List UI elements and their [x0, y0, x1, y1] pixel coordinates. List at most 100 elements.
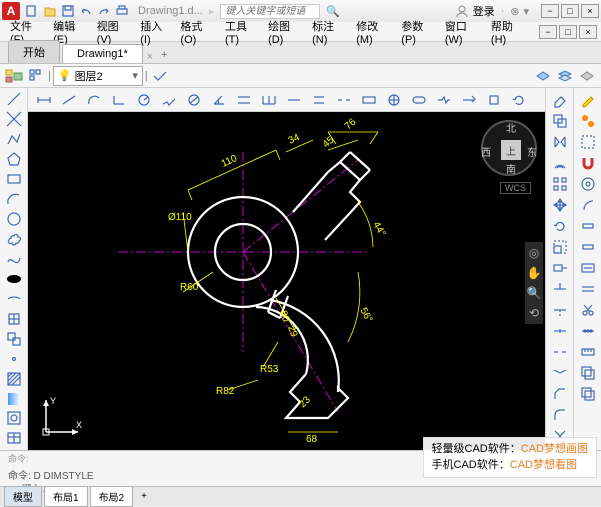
offset-icon[interactable]	[548, 153, 572, 173]
mirror-icon[interactable]	[548, 132, 572, 152]
lock-icon[interactable]	[576, 174, 600, 194]
nav-orbit-icon[interactable]: ⟲	[529, 306, 539, 320]
make-block-icon[interactable]	[2, 329, 26, 348]
minimize-button[interactable]: −	[541, 4, 559, 18]
dim-center-icon[interactable]	[382, 90, 406, 110]
dim-break-icon[interactable]	[332, 90, 356, 110]
tab-drawing1[interactable]: Drawing1*	[62, 44, 143, 63]
circle-tool-icon[interactable]	[2, 210, 26, 229]
dim-style-icon[interactable]	[576, 279, 600, 299]
dim-quick-icon[interactable]	[232, 90, 256, 110]
ellipse-arc-icon[interactable]	[2, 289, 26, 308]
move-icon[interactable]	[548, 195, 572, 215]
erase-icon[interactable]	[548, 90, 572, 110]
menu-dim[interactable]: 标注(N)	[306, 16, 348, 48]
dim-tolerance-icon[interactable]	[357, 90, 381, 110]
hatch-tool-icon[interactable]	[2, 369, 26, 388]
tab-close-icon[interactable]: ×	[147, 51, 153, 63]
revision-cloud-icon[interactable]	[2, 230, 26, 249]
layer-uniso-icon[interactable]	[555, 66, 575, 86]
menu-format[interactable]: 格式(O)	[174, 16, 217, 48]
menu-tools[interactable]: 工具(T)	[219, 16, 260, 48]
pencil-icon[interactable]	[576, 90, 600, 110]
fillet-icon[interactable]	[548, 405, 572, 425]
rotate-icon[interactable]	[548, 216, 572, 236]
linetype-icon[interactable]	[576, 216, 600, 236]
ellipse-tool-icon[interactable]	[2, 269, 26, 288]
doc-maximize-button[interactable]: □	[559, 25, 577, 39]
magnet-icon[interactable]	[576, 153, 600, 173]
send-back-icon[interactable]	[576, 384, 600, 404]
layer-off-icon[interactable]	[576, 237, 600, 257]
layer-combo[interactable]: 💡 图层2 ▾	[53, 66, 143, 86]
wcs-label[interactable]: WCS	[500, 182, 531, 194]
doc-close-button[interactable]: ×	[579, 25, 597, 39]
select-all-icon[interactable]	[576, 132, 600, 152]
close-button[interactable]: ×	[581, 4, 599, 18]
tab-start[interactable]: 开始	[8, 40, 60, 63]
region-tool-icon[interactable]	[2, 409, 26, 428]
polygon-tool-icon[interactable]	[2, 150, 26, 169]
view-cube[interactable]: 上 北 南 西 东	[481, 120, 537, 176]
divide-icon[interactable]	[576, 321, 600, 341]
layer-make-current-icon[interactable]	[150, 66, 170, 86]
dim-diameter-icon[interactable]	[182, 90, 206, 110]
line-tool-icon[interactable]	[2, 90, 26, 109]
layer-iso-icon[interactable]	[533, 66, 553, 86]
point-tool-icon[interactable]	[2, 349, 26, 368]
dim-inspect-icon[interactable]	[407, 90, 431, 110]
status-add-layout[interactable]: +	[135, 491, 153, 502]
menu-insert[interactable]: 插入(I)	[134, 16, 172, 48]
stretch-icon[interactable]	[548, 258, 572, 278]
menu-window[interactable]: 窗口(W)	[439, 16, 483, 48]
doc-minimize-button[interactable]: −	[539, 25, 557, 39]
break-icon[interactable]	[548, 342, 572, 362]
tab-add-button[interactable]: +	[155, 47, 173, 63]
construction-line-icon[interactable]	[2, 110, 26, 129]
gradient-tool-icon[interactable]	[2, 389, 26, 408]
layer-freeze-icon[interactable]	[577, 66, 597, 86]
dim-ordinate-icon[interactable]	[107, 90, 131, 110]
arc-tool-icon[interactable]	[2, 190, 26, 209]
menu-modify[interactable]: 修改(M)	[350, 16, 393, 48]
dim-jogline-icon[interactable]	[432, 90, 456, 110]
chamfer-icon[interactable]	[548, 384, 572, 404]
dim-edit-icon[interactable]	[457, 90, 481, 110]
style-icon[interactable]	[576, 195, 600, 215]
nav-zoom-icon[interactable]: 🔍	[527, 286, 542, 300]
dim-space-icon[interactable]	[307, 90, 331, 110]
dim-jogged-icon[interactable]	[157, 90, 181, 110]
trim-icon[interactable]	[548, 279, 572, 299]
nav-wheel-icon[interactable]: ◎	[529, 246, 539, 260]
layer-states-icon[interactable]	[26, 66, 46, 86]
layer-props-icon[interactable]	[4, 66, 24, 86]
insert-block-icon[interactable]	[2, 309, 26, 328]
menu-help[interactable]: 帮助(H)	[485, 16, 527, 48]
dim-linear-icon[interactable]	[32, 90, 56, 110]
dim-arc-icon[interactable]	[82, 90, 106, 110]
view-cube-top[interactable]: 上	[501, 140, 521, 160]
menu-draw[interactable]: 绘图(D)	[262, 16, 304, 48]
rectangle-tool-icon[interactable]	[2, 170, 26, 189]
dim-radius-icon[interactable]	[132, 90, 156, 110]
dim-tedit-icon[interactable]	[482, 90, 506, 110]
status-layout1-tab[interactable]: 布局1	[44, 486, 88, 507]
break-point-icon[interactable]	[548, 321, 572, 341]
nav-pan-icon[interactable]: ✋	[527, 266, 542, 280]
join-icon[interactable]	[548, 363, 572, 383]
status-layout2-tab[interactable]: 布局2	[90, 486, 134, 507]
extend-icon[interactable]	[548, 300, 572, 320]
bring-front-icon[interactable]	[576, 363, 600, 383]
spline-tool-icon[interactable]	[2, 250, 26, 269]
menu-view[interactable]: 视图(V)	[91, 16, 133, 48]
dim-aligned-icon[interactable]	[57, 90, 81, 110]
copy-icon[interactable]	[548, 111, 572, 131]
dim-update-icon[interactable]	[507, 90, 531, 110]
text-style-icon[interactable]	[576, 258, 600, 278]
dim-continue-icon[interactable]	[282, 90, 306, 110]
drawing-canvas[interactable]: 110 34 45 76 Ø110 R60 44° 56° 80 29 R53 …	[28, 112, 545, 450]
menu-param[interactable]: 参数(P)	[395, 16, 437, 48]
table-tool-icon[interactable]	[2, 429, 26, 448]
polyline-tool-icon[interactable]	[2, 130, 26, 149]
status-model-tab[interactable]: 模型	[4, 486, 42, 507]
